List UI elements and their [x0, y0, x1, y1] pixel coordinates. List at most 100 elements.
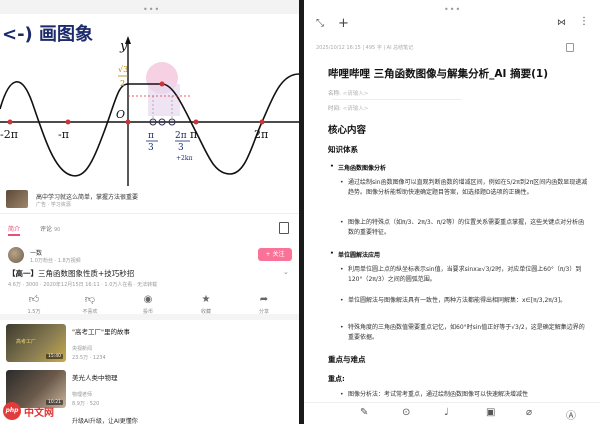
rec-title: "高考工厂"里的故事: [72, 328, 130, 336]
paragraph-graph-1: 通过绘制sin函数图像可以直观判断函数的增减区间，例如在5/2π到2π区间内函数…: [340, 178, 588, 198]
notes-toolbar-top: ••• ⤡ + ⋈ ⋮: [304, 0, 600, 38]
ai-icon[interactable]: Ⓐ: [566, 407, 576, 422]
prop-divider: [332, 99, 462, 100]
share-button[interactable]: ➦ 分享: [244, 294, 284, 315]
chevron-down-icon[interactable]: ⌄: [283, 268, 289, 276]
coin-label: 投币: [142, 309, 153, 315]
video-player[interactable]: <-) 画图象 y -2π -π O √3 2 π 2π π 3 2π 3 +2…: [0, 14, 299, 186]
note-title[interactable]: 哔哩哔哩 三角函数图像与解集分析_AI 摘要(1): [328, 66, 548, 81]
favorite-label: 收藏: [200, 309, 211, 315]
prop-time-placeholder: <请输入>: [342, 106, 369, 112]
avatar[interactable]: [8, 247, 24, 263]
tab-comments-count: 90: [53, 227, 61, 233]
paragraph-key-1: 图像分析法：考试常考重点，通过绘制函数图像可以快速解决增减性: [340, 390, 588, 400]
list-item[interactable]: 高考工厂 15:40 "高考工厂"里的故事 央视新闻 23.5万 · 1234: [0, 322, 299, 366]
point-origin: [125, 119, 131, 125]
coin-button[interactable]: ◉ 投币: [128, 294, 168, 315]
thumbnail-badge: 高考工厂: [16, 339, 37, 345]
tab-comments-label: 评论: [40, 226, 53, 233]
document-icon[interactable]: [279, 222, 289, 234]
heading-core: 核心内容: [328, 125, 367, 136]
label-origin: O: [116, 108, 125, 121]
video-duration: 15:40: [46, 354, 63, 359]
tab-intro[interactable]: 简介: [8, 224, 20, 233]
label-x-num2: 2π: [175, 131, 187, 141]
banner-thumbnail: [6, 190, 28, 208]
rec-stats: 23.5万 · 1234: [72, 355, 106, 361]
tab-comments[interactable]: 评论 90: [40, 224, 60, 233]
heading-circle: 单位圆解法应用: [330, 250, 380, 259]
uploader-name[interactable]: 一数: [30, 248, 42, 257]
attachment-icon[interactable]: ⌀: [526, 407, 532, 418]
label-2pi: 2π: [254, 128, 268, 141]
video-frame-graph: <-) 画图象 y -2π -π O √3 2 π 2π π 3 2π 3 +2…: [0, 23, 299, 186]
label-negpi: -π: [58, 128, 69, 141]
prop-time[interactable]: 时间: <请输入>: [328, 104, 368, 112]
window-handle-icon[interactable]: •••: [143, 5, 160, 14]
rec-uploader: 央视新闻: [72, 346, 93, 352]
active-tab-indicator: [8, 234, 20, 236]
dislike-button[interactable]: 👎︎ 不喜欢: [70, 294, 110, 315]
label-x-num1: π: [148, 131, 154, 141]
point-pi: [193, 119, 199, 125]
checklist-icon[interactable]: ⊙: [402, 407, 410, 418]
follow-button[interactable]: + 关注: [258, 248, 292, 261]
paragraph-circle-3: 特殊角度的三角函数值需要重点记忆，如60°时sin值正好等于√3/2，这是确定解…: [340, 323, 588, 343]
window-top-bar: •••: [0, 0, 299, 14]
heading-system: 知识体系: [328, 145, 358, 154]
prop-name[interactable]: 名称: <请输入>: [328, 89, 368, 97]
watermark-logo: php: [3, 402, 21, 420]
video-stats: 4.6万 · 3000 · 2020年12月15日 16:11 · 1.0万人在…: [8, 282, 158, 288]
heading-key-sub: 重点:: [328, 375, 345, 383]
add-icon[interactable]: +: [338, 16, 349, 31]
label-sqrt3: √3: [118, 65, 128, 74]
paragraph-circle-2: 单位圆解法与图像解法具有一致性，两种方法都能得出相同解集：x∈[π/3,2π/3…: [340, 296, 588, 306]
prop-time-label: 时间:: [328, 106, 341, 112]
banner-title: 高中学习就这么简单，掌握方法很重要: [36, 194, 139, 201]
paragraph-circle-1: 利用单位圆上点的纵坐标表示sin值，当要求sinx≥√3/2时，对应单位圆上60…: [340, 265, 588, 285]
paragraph-graph-2: 图像上的特殊点（如π/3、2π/3、π/2等）的位置关系需要重点掌握，这些关键点…: [340, 218, 588, 238]
page-icon[interactable]: [566, 43, 574, 52]
video-thumbnail: 高考工厂 15:40: [6, 324, 66, 362]
collapse-icon[interactable]: ⤡: [316, 18, 324, 29]
uploader-row: 一数 1.0万粉丝 · 1.8万视频 + 关注: [0, 244, 299, 266]
prop-name-placeholder: <请输入>: [342, 91, 369, 97]
overlay-title: <-) 画图象: [2, 23, 93, 45]
video-app-pane: ••• <-) 画图象 y -2π -π O √3 2 π 2π π 3 2π …: [0, 0, 299, 424]
label-x-den2: 3: [178, 143, 184, 153]
label-x-suffix: +2kπ: [176, 155, 192, 162]
point-peak: [159, 81, 165, 87]
rec-title: 美光人类中物理: [72, 374, 118, 382]
pen-icon[interactable]: ✎: [360, 407, 368, 418]
rec-stats: 8.9万 · 520: [72, 401, 100, 407]
window-handle-icon[interactable]: •••: [444, 5, 461, 14]
recommend-banner[interactable]: 高中学习就这么简单，掌握方法很重要 广告 · 学习资源: [0, 186, 299, 214]
coin-icon: ◉: [143, 294, 153, 305]
heading-key: 重点与难点: [328, 355, 366, 364]
share-icon[interactable]: ⋈: [557, 18, 566, 28]
image-icon[interactable]: ▣: [486, 407, 495, 418]
more-icon[interactable]: ⋮: [579, 16, 589, 27]
label-sqrt3-den: 2: [120, 79, 125, 88]
thumb-down-icon: 👎︎: [84, 294, 96, 305]
share-label: 分享: [258, 309, 269, 315]
rec-uploader: 物理老师: [72, 392, 93, 398]
watermark-text: 中文网: [24, 408, 54, 419]
ai-promo-text[interactable]: 升级AI升级，让AI更懂你: [72, 416, 138, 424]
notes-toolbar-bottom: ✎ ⊙ ♩ ▣ ⌀ Ⓐ: [304, 402, 600, 424]
microphone-icon[interactable]: ♩: [444, 407, 449, 418]
like-button[interactable]: 👍︎ 1.5万: [14, 294, 54, 315]
label-neg2pi: -2π: [0, 128, 18, 141]
banner-meta: 广告 · 学习资源: [36, 202, 71, 208]
action-bar: 👍︎ 1.5万 👎︎ 不喜欢 ◉ 投币 ★ 收藏 ➦ 分享: [0, 292, 299, 320]
point-2pi: [259, 119, 265, 125]
uploader-fans: 1.0万粉丝 · 1.8万视频: [30, 258, 81, 264]
label-pi: π: [190, 128, 197, 141]
point-neg2pi: [7, 119, 13, 125]
heading-graph: 三角函数图像分析: [330, 163, 386, 172]
label-x-den1: 3: [148, 143, 154, 153]
favorite-button[interactable]: ★ 收藏: [186, 294, 226, 315]
video-title-text: 三角函数图象性质+技巧秒招: [38, 269, 135, 278]
y-axis-label: y: [119, 39, 128, 54]
content-tabs: 简介 评论 90: [0, 214, 299, 244]
